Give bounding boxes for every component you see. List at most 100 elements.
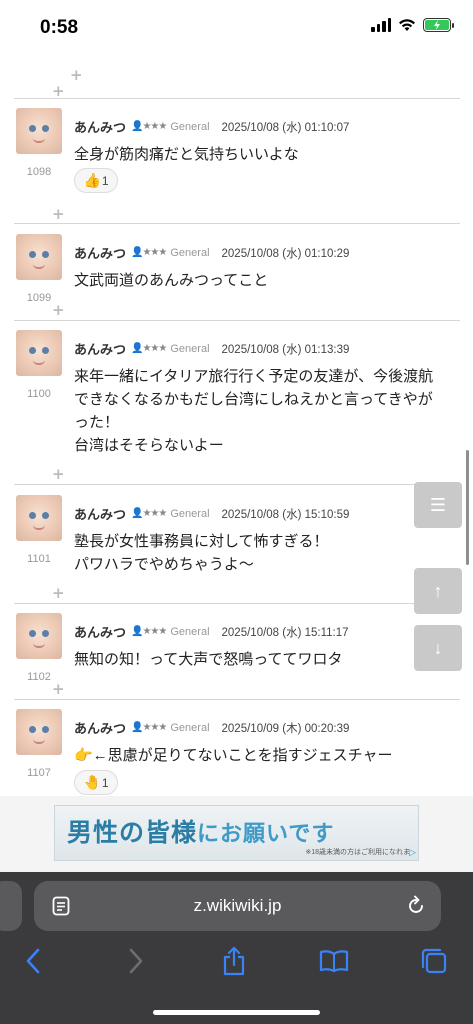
expand-plus-icon[interactable]: + [70,68,83,83]
ad-area: 男性の皆様にお願いです ※18歳未満の方はご利用になれま ▷ [0,796,473,872]
expand-plus-icon[interactable]: + [52,682,65,697]
post-body-line: 来年一緒にイタリア旅行行く予定の友達が、今後渡航 [74,368,434,385]
divider [14,320,460,321]
raised-hand-icon: 🤚 [83,774,101,790]
post-author[interactable]: あんみつ [74,622,126,641]
post-author[interactable]: あんみつ [74,718,126,737]
rank-stars: 👤★★★ [131,626,167,637]
reaction-button[interactable]: 👍 1 [74,168,118,193]
post-date: 2025/10/08 (水) 01:10:29 [221,247,350,260]
thumbs-up-icon: 👍 [83,172,101,188]
rank-label: General [170,721,210,734]
post-date: 2025/10/08 (水) 15:10:59 [221,508,350,521]
post-body: 全身が筋肉痛だと気持ちいいよな [74,146,299,163]
tabs-icon [421,948,447,974]
book-icon [319,950,349,973]
post-body: 文武両道のあんみつってこと [74,272,269,289]
expand-plus-icon[interactable]: + [52,84,65,99]
post-body: 無知の知！って大声で怒鳴っててワロタ [74,651,343,668]
divider [14,223,460,224]
avatar[interactable] [16,108,62,154]
wifi-icon [399,19,415,31]
divider [14,699,460,700]
post-date: 2025/10/09 (木) 00:20:39 [221,722,350,735]
tabs-button[interactable] [418,945,450,977]
rank-stars: 👤★★★ [131,722,167,733]
post-body-line: できなくなるかもだし台湾にしねえかと言ってきやが [74,391,433,408]
divider [14,603,460,604]
share-icon [223,946,245,976]
post-date: 2025/10/08 (水) 01:13:39 [221,343,350,356]
post-author[interactable]: あんみつ [74,339,126,358]
post-body-line: パワハラでやめちゃうよ〜 [74,556,254,573]
post-date: 2025/10/08 (水) 15:11:17 [221,626,349,639]
forward-button[interactable] [120,945,152,977]
reaction-count: 1 [101,173,109,188]
scrollbar[interactable] [466,450,469,565]
divider [14,484,460,485]
browser-toolbar: z.wikiwiki.jp [0,872,473,1024]
post-number[interactable]: 1107 [16,767,62,779]
avatar[interactable] [16,330,62,376]
menu-button[interactable]: ☰ [414,482,462,528]
battery-icon [423,18,454,32]
ad-choices-icon[interactable]: ▷ [409,847,416,858]
post-author[interactable]: あんみつ [74,117,126,136]
post-body: 塾長が女性事務員に対して怖すぎる！ パワハラでやめちゃうよ〜 [74,530,459,576]
status-time: 0:58 [40,17,79,38]
post-body: 来年一緒にイタリア旅行行く予定の友達が、今後渡航 できなくなるかもだし台湾にしね… [74,365,459,457]
scroll-bottom-button[interactable]: ↓ [414,625,462,671]
rank-stars: 👤★★★ [131,247,167,258]
divider [14,98,460,99]
rank-label: General [170,507,210,520]
post-author[interactable]: あんみつ [74,243,126,262]
rank-stars: 👤★★★ [131,343,167,354]
cellular-signal-icon [371,18,391,32]
rank-stars: 👤★★★ [131,121,167,132]
scroll-top-button[interactable]: ↑ [414,568,462,614]
home-indicator[interactable] [153,1010,320,1015]
reaction-count: 1 [101,775,109,790]
arrow-down-icon: ↓ [433,637,443,658]
rank-label: General [170,246,210,259]
post-author[interactable]: あんみつ [74,504,126,523]
post-feed[interactable]: + + 1098 あんみつ 👤★★★ General 2025/10/08 (水… [0,56,473,796]
reaction-button[interactable]: 🤚 1 [74,770,118,795]
avatar[interactable] [16,495,62,541]
expand-plus-icon[interactable]: + [52,303,65,318]
bookmarks-button[interactable] [318,945,350,977]
post-number[interactable]: 1100 [16,388,62,400]
rank-label: General [170,120,210,133]
post-body-line: 塾長が女性事務員に対して怖すぎる！ [74,533,329,550]
ad-banner[interactable]: 男性の皆様にお願いです ※18歳未満の方はご利用になれま ▷ [54,805,419,861]
url-text[interactable]: z.wikiwiki.jp [34,896,441,916]
avatar[interactable] [16,613,62,659]
chevron-right-icon [129,948,143,974]
avatar[interactable] [16,709,62,755]
back-button[interactable] [17,945,49,977]
menu-icon: ☰ [429,494,447,515]
avatar[interactable] [16,234,62,280]
rank-label: General [170,342,210,355]
ad-disclaimer: ※18歳未満の方はご利用になれま [305,849,410,856]
ad-headline: 男性の皆様にお願いです [67,819,335,847]
status-icons [371,18,454,32]
chevron-left-icon [26,948,40,974]
previous-tab-edge[interactable] [0,881,22,931]
rank-label: General [170,625,210,638]
post-date: 2025/10/08 (水) 01:10:07 [221,121,350,134]
expand-plus-icon[interactable]: + [52,586,65,601]
post-body-line: 台湾はそそらないよー [74,437,224,454]
expand-plus-icon[interactable]: + [52,207,65,222]
rank-stars: 👤★★★ [131,508,167,519]
reload-icon[interactable] [405,895,427,917]
post-body-line: った！ [74,414,120,431]
post-body: 👉←思慮が足りてないことを指すジェスチャー [74,747,393,764]
address-bar[interactable]: z.wikiwiki.jp [34,881,441,931]
arrow-up-icon: ↑ [433,580,443,601]
share-button[interactable] [218,945,250,977]
post-number[interactable]: 1101 [16,553,62,565]
status-bar: 0:58 [0,0,473,56]
post-number[interactable]: 1098 [16,166,62,178]
expand-plus-icon[interactable]: + [52,467,65,482]
